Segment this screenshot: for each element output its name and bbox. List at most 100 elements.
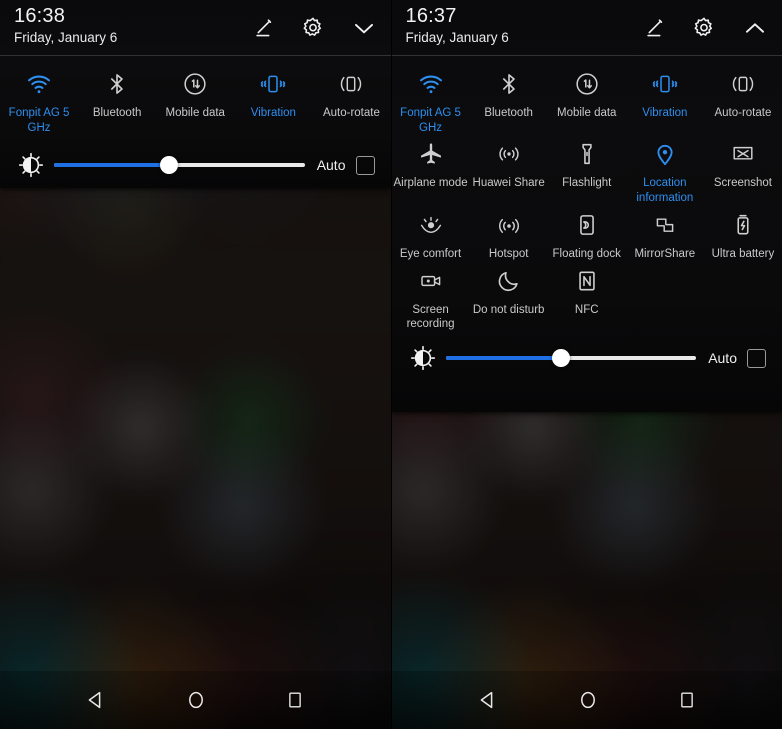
- quick-tile-do-not-disturb[interactable]: Do not disturb: [470, 262, 548, 332]
- screen-recording-icon: [414, 266, 448, 296]
- quick-tile-auto-rotate[interactable]: Auto-rotate: [312, 65, 390, 135]
- quick-tile-mirrorshare[interactable]: MirrorShare: [626, 206, 704, 262]
- wifi-icon: [22, 69, 56, 99]
- eye-icon: [414, 210, 448, 240]
- gear-icon[interactable]: [692, 16, 716, 40]
- edit-icon[interactable]: [643, 17, 666, 40]
- clock-date: Friday, January 6: [14, 30, 118, 45]
- vibration-icon: [256, 69, 290, 99]
- quick-tile-ultra-battery[interactable]: Ultra battery: [704, 206, 782, 262]
- quick-tile-label: Vibration: [250, 107, 296, 119]
- quick-tile-label: Fonpit AG 5 GHz: [400, 107, 461, 134]
- quick-settings-shade: 16:38 Friday, January 6 Fonpit AG 5 GHz Blu…: [0, 0, 391, 188]
- quick-tiles-grid: Fonpit AG 5 GHz Bluetooth Mobile data Vibra…: [392, 55, 782, 332]
- quick-tile-mobile-data[interactable]: Mobile data: [548, 65, 626, 135]
- mirror-share-icon: [648, 210, 682, 240]
- navigation-bar: [0, 671, 391, 729]
- quick-tile-bluetooth[interactable]: Bluetooth: [78, 65, 156, 135]
- quick-tile-label: Flashlight: [562, 177, 612, 190]
- quick-tile-eye-comfort[interactable]: Eye comfort: [392, 206, 470, 262]
- clock-time: 16:37: [405, 5, 457, 27]
- quick-tiles-row: Screen recording Do not disturb NFC: [392, 262, 782, 332]
- clock-date: Friday, January 6: [405, 30, 509, 45]
- quick-tile-fonpit-ag-5-ghz[interactable]: Fonpit AG 5 GHz: [0, 65, 78, 135]
- quick-tile-label: Bluetooth: [92, 107, 142, 119]
- flashlight-icon: [570, 139, 604, 169]
- quick-tile-label: Auto-rotate: [714, 107, 772, 119]
- quick-tile-fonpit-ag-5-ghz[interactable]: Fonpit AG 5 GHz: [392, 65, 470, 135]
- auto-brightness-toggle[interactable]: Auto: [708, 348, 766, 368]
- home-button[interactable]: [184, 688, 208, 712]
- gear-icon[interactable]: [301, 16, 325, 40]
- location-pin-icon: [648, 139, 682, 169]
- quick-tile-hotspot[interactable]: Hotspot: [470, 206, 548, 262]
- navigation-bar: [391, 671, 782, 729]
- quick-tile-label: Mobile data: [557, 107, 617, 119]
- quick-tile-screen-recording[interactable]: Screen recording: [392, 262, 470, 332]
- slider-thumb[interactable]: [160, 156, 179, 175]
- auto-brightness-toggle[interactable]: Auto: [316, 155, 375, 175]
- brightness-slider[interactable]: [54, 155, 305, 175]
- chevron-down-icon[interactable]: [351, 15, 377, 41]
- bluetooth-icon: [100, 69, 134, 99]
- quick-tile-label: Fonpit AG 5 GHz: [8, 107, 70, 134]
- floating-dock-icon: [570, 210, 604, 240]
- phone-panel-left: 16:38 Friday, January 6 Fonpit AG 5 GHz Blu…: [0, 0, 391, 729]
- quick-tile-vibration[interactable]: Vibration: [234, 65, 312, 135]
- quick-tile-label: Huawei Share: [472, 177, 545, 190]
- clock-block: 16:37 Friday, January 6: [406, 6, 509, 45]
- quick-tile-auto-rotate[interactable]: Auto-rotate: [704, 65, 782, 135]
- quick-tiles-grid: Fonpit AG 5 GHz Bluetooth Mobile data Vibra…: [0, 55, 391, 135]
- bluetooth-icon: [492, 69, 526, 99]
- status-header: 16:38 Friday, January 6: [0, 0, 391, 55]
- slider-fill: [54, 163, 170, 168]
- quick-tile-bluetooth[interactable]: Bluetooth: [470, 65, 548, 135]
- home-button[interactable]: [576, 688, 600, 712]
- back-button[interactable]: [476, 688, 500, 712]
- nfc-icon: [570, 266, 604, 296]
- quick-tile-label: Auto-rotate: [322, 107, 380, 119]
- quick-tile-label: Do not disturb: [472, 303, 545, 316]
- auto-brightness-label: Auto: [316, 157, 346, 174]
- quick-tile-floating-dock[interactable]: Floating dock: [548, 206, 626, 262]
- back-button[interactable]: [84, 688, 108, 712]
- quick-tile-flashlight[interactable]: Flashlight: [548, 135, 626, 205]
- quick-settings-shade: 16:37 Friday, January 6 Fonpit AG 5 GHz Blu…: [391, 0, 782, 412]
- recents-button[interactable]: [284, 689, 306, 711]
- header-divider: [391, 55, 782, 56]
- recents-button[interactable]: [676, 689, 698, 711]
- brightness-row: Auto: [392, 336, 782, 380]
- quick-tile-nfc[interactable]: NFC: [548, 262, 626, 332]
- header-actions: [643, 6, 768, 41]
- auto-brightness-checkbox[interactable]: [747, 348, 766, 368]
- clock-block: 16:38 Friday, January 6: [14, 6, 117, 45]
- slider-fill: [445, 356, 561, 361]
- quick-tile-location-information[interactable]: Location information: [626, 135, 704, 205]
- huawei-share-icon: [492, 139, 526, 169]
- quick-tile-label: Mobile data: [165, 107, 225, 119]
- mobile-data-icon: [178, 69, 212, 99]
- quick-tile-airplane-mode[interactable]: Airplane mode: [392, 135, 470, 205]
- chevron-up-icon[interactable]: [742, 15, 768, 41]
- quick-tile-label: Eye comfort: [399, 247, 462, 260]
- slider-thumb[interactable]: [551, 349, 570, 368]
- brightness-slider[interactable]: [445, 348, 697, 368]
- quick-tile-mobile-data[interactable]: Mobile data: [156, 65, 234, 135]
- clock-time: 16:38: [14, 5, 66, 27]
- moon-icon: [492, 266, 526, 296]
- quick-tile-label: Vibration: [642, 107, 688, 119]
- vibration-icon: [648, 69, 682, 99]
- phone-panel-right: 16:37 Friday, January 6 Fonpit AG 5 GHz Blu…: [390, 0, 782, 729]
- brightness-row: Auto: [0, 143, 391, 187]
- quick-tile-huawei-share[interactable]: Huawei Share: [470, 135, 548, 205]
- quick-tile-screenshot[interactable]: Screenshot: [704, 135, 782, 205]
- quick-tile-label: Screen recording: [406, 303, 455, 331]
- screenshot-icon: [726, 139, 760, 169]
- quick-tile-vibration[interactable]: Vibration: [626, 65, 704, 135]
- hotspot-icon: [492, 210, 526, 240]
- edit-icon[interactable]: [252, 17, 275, 40]
- header-actions: [252, 6, 377, 41]
- quick-tile-label: Ultra battery: [711, 247, 775, 260]
- brightness-icon: [408, 345, 438, 371]
- auto-brightness-checkbox[interactable]: [355, 155, 375, 175]
